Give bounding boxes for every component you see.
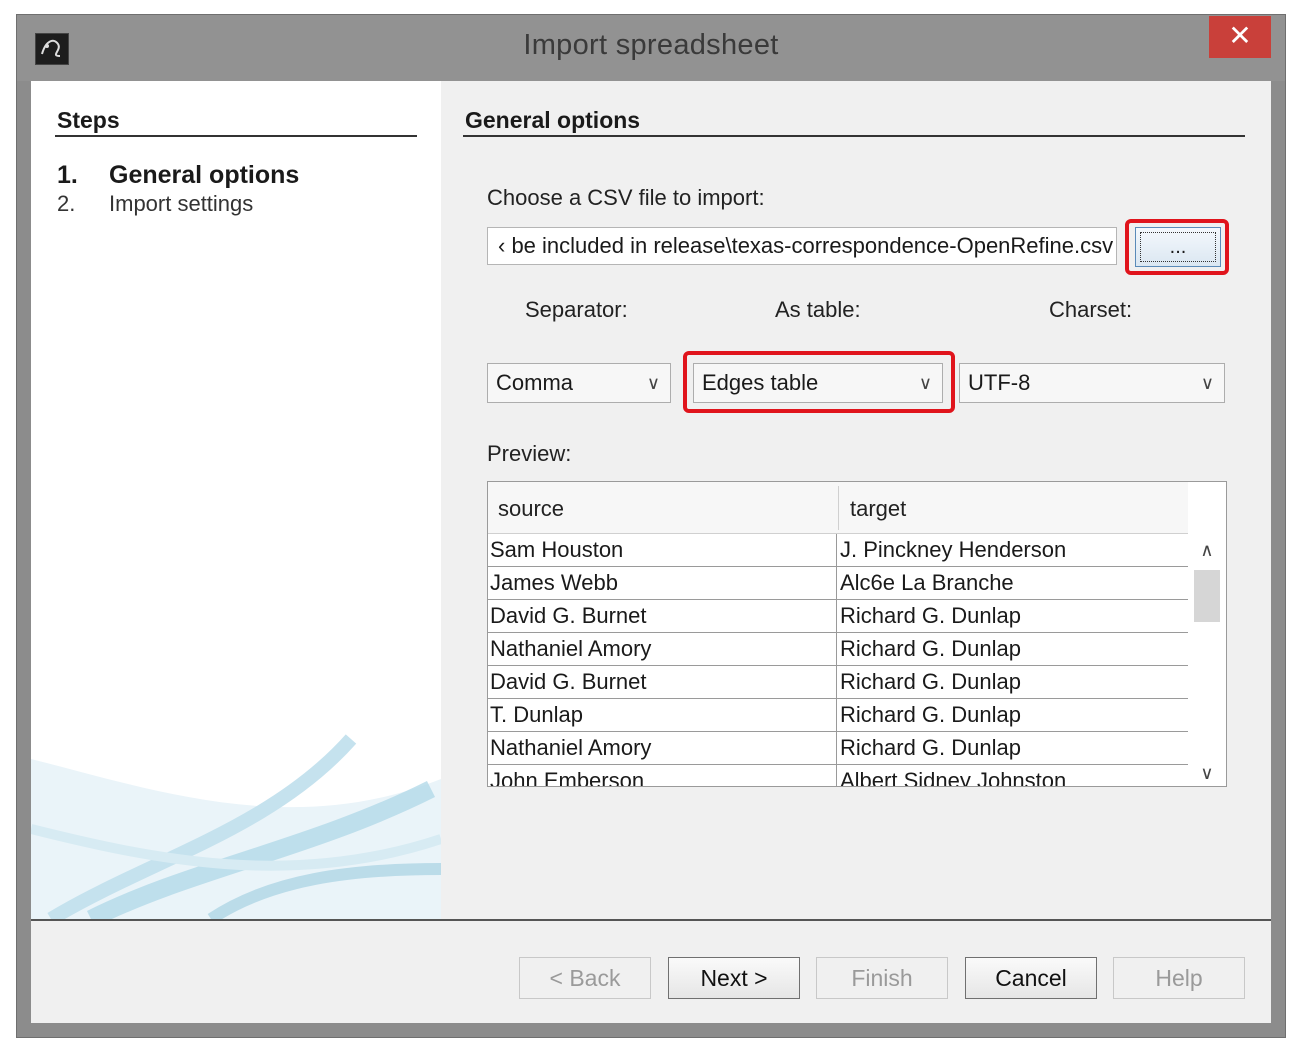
step-general-options: 1. General options xyxy=(57,161,299,190)
csv-file-path-field[interactable]: ‹ be included in release\texas-correspon… xyxy=(487,227,1117,265)
scroll-up-icon[interactable]: ∧ xyxy=(1188,540,1226,561)
close-icon[interactable]: ✕ xyxy=(1209,16,1271,58)
column-header-target[interactable]: target xyxy=(850,496,906,522)
preview-label: Preview: xyxy=(487,441,572,466)
section-divider xyxy=(463,135,1245,137)
table-row[interactable]: Nathaniel Amory Richard G. Dunlap xyxy=(488,732,1190,765)
import-spreadsheet-dialog: Import spreadsheet ✕ Steps 1. General opt… xyxy=(16,14,1286,1038)
finish-button[interactable]: Finish xyxy=(816,957,948,999)
preview-table[interactable]: source target Sam Houston J. Pinckney He… xyxy=(487,481,1227,787)
cell-source: Sam Houston xyxy=(490,534,837,566)
table-row[interactable]: Nathaniel Amory Richard G. Dunlap xyxy=(488,633,1190,666)
separator-select[interactable]: Comma ∨ xyxy=(487,363,671,403)
separator-value: Comma xyxy=(496,370,574,395)
steps-divider xyxy=(55,135,417,137)
cell-source: John Emberson xyxy=(490,765,837,786)
charset-label: Charset: xyxy=(1049,297,1133,322)
table-row[interactable]: T. Dunlap Richard G. Dunlap xyxy=(488,699,1190,732)
scroll-thumb[interactable] xyxy=(1194,570,1220,622)
scroll-down-icon[interactable]: ∨ xyxy=(1188,763,1226,784)
file-label: Choose a CSV file to import: xyxy=(487,185,765,210)
step-label: Import settings xyxy=(109,191,254,216)
table-row[interactable]: David G. Burnet Richard G. Dunlap xyxy=(488,600,1190,633)
table-row[interactable]: Sam Houston J. Pinckney Henderson xyxy=(488,534,1190,567)
cell-source: T. Dunlap xyxy=(490,699,837,731)
browse-file-button[interactable]: ... xyxy=(1135,227,1221,267)
title-bar: Import spreadsheet ✕ xyxy=(17,15,1285,81)
cell-source: Nathaniel Amory xyxy=(490,732,837,764)
as-table-label: As table: xyxy=(775,297,861,322)
preview-scrollbar[interactable]: ∧ ∨ xyxy=(1188,534,1226,786)
step-number: 2. xyxy=(57,191,76,216)
back-button[interactable]: < Back xyxy=(519,957,651,999)
window-title: Import spreadsheet xyxy=(523,29,779,61)
decorative-swoosh xyxy=(31,734,441,919)
cell-target: Alc6e La Branche xyxy=(840,567,1189,599)
step-import-settings: 2. Import settings xyxy=(57,191,253,217)
dialog-content: Steps 1. General options 2. Import setting… xyxy=(31,81,1271,919)
step-number: 1. xyxy=(57,161,78,189)
step-label: General options xyxy=(109,161,300,189)
cell-source: Nathaniel Amory xyxy=(490,633,837,665)
cell-target: J. Pinckney Henderson xyxy=(840,534,1189,566)
as-table-value: Edges table xyxy=(702,370,819,395)
charset-value: UTF-8 xyxy=(968,370,1031,395)
cell-source: James Webb xyxy=(490,567,837,599)
cell-target: Richard G. Dunlap xyxy=(840,732,1189,764)
steps-panel: Steps 1. General options 2. Import setting… xyxy=(31,81,441,919)
cell-target: Richard G. Dunlap xyxy=(840,633,1189,665)
cancel-button[interactable]: Cancel xyxy=(965,957,1097,999)
charset-select[interactable]: UTF-8 ∨ xyxy=(959,363,1225,403)
help-button[interactable]: Help xyxy=(1113,957,1245,999)
cell-source: David G. Burnet xyxy=(490,600,837,632)
table-header: source target xyxy=(488,482,1188,534)
section-heading: General options xyxy=(465,107,641,133)
steps-heading: Steps xyxy=(57,107,120,133)
general-options-panel: General options Choose a CSV file to imp… xyxy=(441,81,1271,919)
table-row[interactable]: John Emberson Albert Sidney Johnston xyxy=(488,765,1190,786)
next-button[interactable]: Next > xyxy=(668,957,800,999)
cell-target: Richard G. Dunlap xyxy=(840,666,1189,698)
table-row[interactable]: David G. Burnet Richard G. Dunlap xyxy=(488,666,1190,699)
chevron-down-icon: ∨ xyxy=(646,373,660,393)
cell-source: David G. Burnet xyxy=(490,666,837,698)
chevron-down-icon: ∨ xyxy=(1200,373,1214,393)
table-body: Sam Houston J. Pinckney Henderson James … xyxy=(488,534,1190,786)
column-divider xyxy=(838,486,839,530)
separator-label: Separator: xyxy=(525,297,628,322)
as-table-select[interactable]: Edges table ∨ xyxy=(693,363,943,403)
cell-target: Richard G. Dunlap xyxy=(840,600,1189,632)
chevron-down-icon: ∨ xyxy=(918,373,932,393)
column-header-source[interactable]: source xyxy=(498,496,564,522)
button-bar: < Back Next > Finish Cancel Help xyxy=(31,921,1271,1023)
cell-target: Albert Sidney Johnston xyxy=(840,765,1189,786)
table-row[interactable]: James Webb Alc6e La Branche xyxy=(488,567,1190,600)
cell-target: Richard G. Dunlap xyxy=(840,699,1189,731)
